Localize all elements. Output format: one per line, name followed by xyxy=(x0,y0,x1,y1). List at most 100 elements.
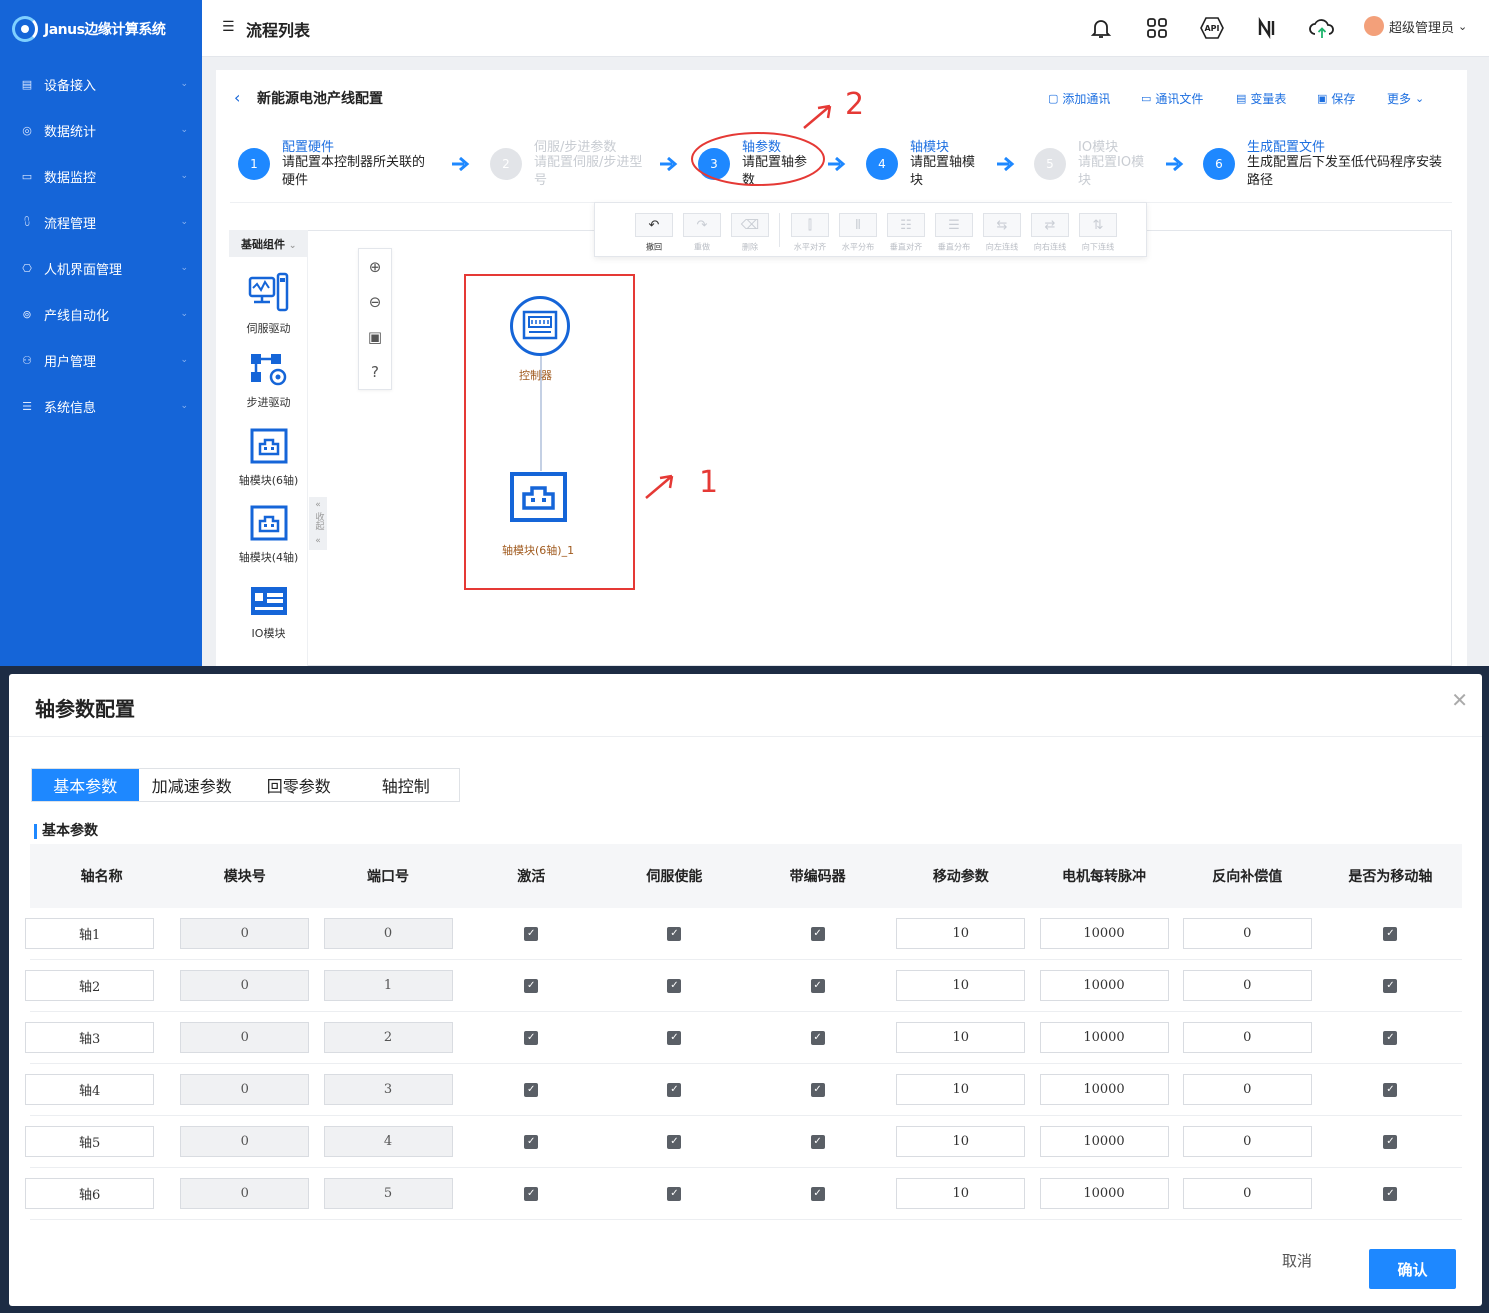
zoom-in-icon[interactable]: ⊕ xyxy=(359,249,391,284)
servo-enable-checkbox[interactable]: ✓ xyxy=(667,1186,682,1201)
tab-axis-control[interactable]: 轴控制 xyxy=(353,769,460,801)
pulses-per-rev-input[interactable]: 10000 xyxy=(1039,1022,1169,1053)
backlash-comp-input[interactable]: 0 xyxy=(1182,1126,1312,1157)
distribute-horizontal-button[interactable]: ⦀ 水平分布 xyxy=(839,213,877,253)
close-icon[interactable]: ✕ xyxy=(1451,688,1468,712)
servo-enable-checkbox[interactable]: ✓ xyxy=(667,1134,682,1149)
distribute-vertical-button[interactable]: ☰ 垂直分布 xyxy=(935,213,973,253)
api-icon[interactable]: API xyxy=(1198,16,1226,40)
moving-axis-checkbox[interactable]: ✓ xyxy=(1383,1134,1398,1149)
moving-axis-checkbox[interactable]: ✓ xyxy=(1383,1186,1398,1201)
align-vertical-button[interactable]: ☷ 垂直对齐 xyxy=(887,213,925,253)
moving-axis-checkbox[interactable]: ✓ xyxy=(1383,1082,1398,1097)
servo-enable-checkbox[interactable]: ✓ xyxy=(667,926,682,941)
help-icon[interactable]: ? xyxy=(359,354,391,389)
encoder-checkbox[interactable]: ✓ xyxy=(810,926,825,941)
add-comm-button[interactable]: ▢ 添加通讯 xyxy=(1048,90,1110,107)
backlash-comp-input[interactable]: 0 xyxy=(1182,970,1312,1001)
save-button[interactable]: ▣ 保存 xyxy=(1317,90,1355,107)
connect-right-button[interactable]: ⇄ 向右连线 xyxy=(1031,213,1069,253)
backlash-comp-input[interactable]: 0 xyxy=(1182,918,1312,949)
move-param-input[interactable]: 10 xyxy=(896,1022,1026,1053)
encoder-checkbox[interactable]: ✓ xyxy=(810,1186,825,1201)
encoder-checkbox[interactable]: ✓ xyxy=(810,1134,825,1149)
delete-button[interactable]: ⌫ 删除 xyxy=(731,213,769,253)
axis-name-input[interactable]: 轴2 xyxy=(25,970,155,1001)
bell-icon[interactable] xyxy=(1089,16,1113,40)
sidebar-item-stats[interactable]: ◎ 数据统计 ⌄ xyxy=(0,107,202,153)
cancel-button[interactable]: 取消 xyxy=(1282,1250,1312,1271)
component-servo-drive[interactable]: 伺服驱动 xyxy=(229,272,308,336)
comm-file-button[interactable]: ▭ 通讯文件 xyxy=(1141,90,1203,107)
pulses-per-rev-input[interactable]: 10000 xyxy=(1039,1126,1169,1157)
encoder-checkbox[interactable]: ✓ xyxy=(810,1082,825,1097)
tab-accel-params[interactable]: 加减速参数 xyxy=(139,769,246,801)
redo-button[interactable]: ↷ 重做 xyxy=(683,213,721,253)
move-param-input[interactable]: 10 xyxy=(896,1074,1026,1105)
move-param-input[interactable]: 10 xyxy=(896,1126,1026,1157)
moving-axis-checkbox[interactable]: ✓ xyxy=(1383,926,1398,941)
more-button[interactable]: 更多 ⌄ xyxy=(1387,90,1424,107)
fit-view-icon[interactable]: ▣ xyxy=(359,319,391,354)
backlash-comp-input[interactable]: 0 xyxy=(1182,1178,1312,1209)
collapse-library-button[interactable]: «收起 « xyxy=(309,497,327,550)
axis-name-input[interactable]: 轴1 xyxy=(25,918,155,949)
tab-homing-params[interactable]: 回零参数 xyxy=(245,769,353,801)
axis-name-input[interactable]: 轴3 xyxy=(25,1022,155,1053)
activate-checkbox[interactable]: ✓ xyxy=(524,1082,539,1097)
axis-name-input[interactable]: 轴4 xyxy=(25,1074,155,1105)
sidebar-item-system[interactable]: ☰ 系统信息 ⌄ xyxy=(0,383,202,429)
backlash-comp-input[interactable]: 0 xyxy=(1182,1074,1312,1105)
flow-canvas[interactable] xyxy=(229,230,1452,666)
pulses-per-rev-input[interactable]: 10000 xyxy=(1039,1074,1169,1105)
encoder-checkbox[interactable]: ✓ xyxy=(810,978,825,993)
table-cell: ✓ xyxy=(1319,1186,1462,1201)
sidebar-item-monitor[interactable]: ▭ 数据监控 ⌄ xyxy=(0,153,202,199)
undo-button[interactable]: ↶ 撤回 xyxy=(635,213,673,253)
activate-checkbox[interactable]: ✓ xyxy=(524,926,539,941)
connect-left-button[interactable]: ⇆ 向左连线 xyxy=(983,213,1021,253)
activate-checkbox[interactable]: ✓ xyxy=(524,978,539,993)
axis-name-input[interactable]: 轴6 xyxy=(25,1178,155,1209)
component-stepper-drive[interactable]: 步进驱动 xyxy=(229,352,308,410)
sidebar-item-users[interactable]: ⚇ 用户管理 ⌄ xyxy=(0,337,202,383)
backlash-comp-input[interactable]: 0 xyxy=(1182,1022,1312,1053)
nfc-icon[interactable] xyxy=(1255,16,1279,40)
library-header[interactable]: 基础组件 ⌄ xyxy=(229,230,308,257)
sidebar-item-hmi[interactable]: ⎔ 人机界面管理 ⌄ xyxy=(0,245,202,291)
confirm-button[interactable]: 确认 xyxy=(1369,1249,1456,1289)
pulses-per-rev-input[interactable]: 10000 xyxy=(1039,970,1169,1001)
move-param-input[interactable]: 10 xyxy=(896,970,1026,1001)
move-param-input[interactable]: 10 xyxy=(896,1178,1026,1209)
component-axis-module-6[interactable]: 轴模块(6轴) xyxy=(229,428,308,488)
component-axis-module-4[interactable]: 轴模块(4轴) xyxy=(229,505,308,565)
servo-enable-checkbox[interactable]: ✓ xyxy=(667,1082,682,1097)
component-io-module[interactable]: IO模块 xyxy=(229,585,308,641)
moving-axis-checkbox[interactable]: ✓ xyxy=(1383,1030,1398,1045)
menu-toggle-icon[interactable]: ☰ xyxy=(222,19,235,35)
axis-name-input[interactable]: 轴5 xyxy=(25,1126,155,1157)
align-horizontal-button[interactable]: ⫿ 水平对齐 xyxy=(791,213,829,253)
sidebar-item-device[interactable]: ▤ 设备接入 ⌄ xyxy=(0,61,202,107)
pulses-per-rev-input[interactable]: 10000 xyxy=(1039,918,1169,949)
sidebar-item-automation[interactable]: ⊚ 产线自动化 ⌄ xyxy=(0,291,202,337)
user-menu[interactable]: 超级管理员 ⌄ xyxy=(1364,16,1467,36)
activate-checkbox[interactable]: ✓ xyxy=(524,1186,539,1201)
activate-checkbox[interactable]: ✓ xyxy=(524,1134,539,1149)
apps-grid-icon[interactable] xyxy=(1145,16,1169,40)
variable-table-button[interactable]: ▤ 变量表 xyxy=(1236,90,1286,107)
pulses-per-rev-input[interactable]: 10000 xyxy=(1039,1178,1169,1209)
connect-down-button[interactable]: ⇅ 向下连线 xyxy=(1079,213,1117,253)
sidebar-item-flow[interactable]: ⩇ 流程管理 ⌄ xyxy=(0,199,202,245)
encoder-checkbox[interactable]: ✓ xyxy=(810,1030,825,1045)
app-logo[interactable]: Janus边缘计算系统 xyxy=(12,14,197,44)
moving-axis-checkbox[interactable]: ✓ xyxy=(1383,978,1398,993)
move-param-input[interactable]: 10 xyxy=(896,918,1026,949)
servo-enable-checkbox[interactable]: ✓ xyxy=(667,1030,682,1045)
activate-checkbox[interactable]: ✓ xyxy=(524,1030,539,1045)
servo-enable-checkbox[interactable]: ✓ xyxy=(667,978,682,993)
tab-basic-params[interactable]: 基本参数 xyxy=(32,769,139,801)
cloud-upload-icon[interactable] xyxy=(1308,16,1336,40)
zoom-out-icon[interactable]: ⊖ xyxy=(359,284,391,319)
back-icon[interactable]: ‹ xyxy=(234,88,240,107)
